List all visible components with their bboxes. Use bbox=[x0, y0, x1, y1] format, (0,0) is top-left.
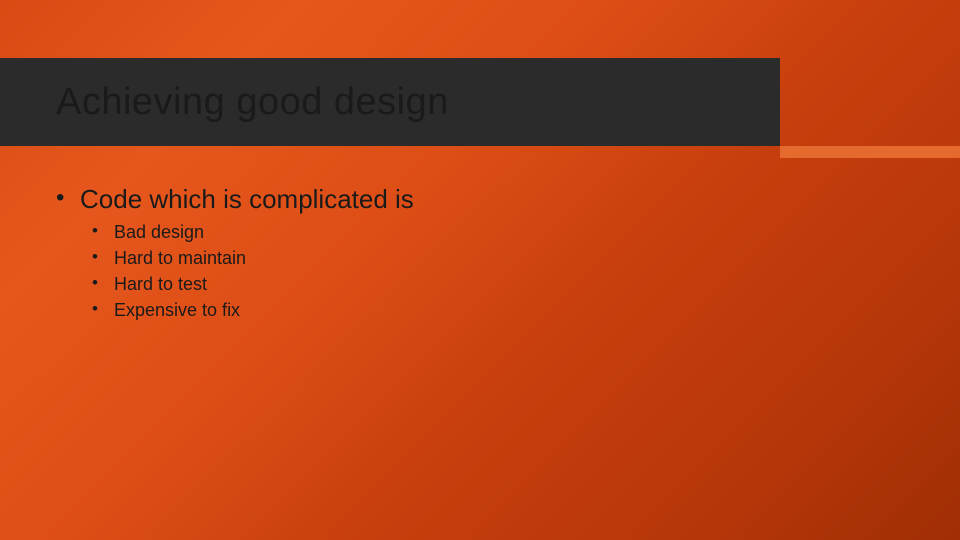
sub-bullet-text: Hard to maintain bbox=[114, 248, 246, 268]
bullet-main-text: Code which is complicated is bbox=[80, 184, 414, 214]
sub-bullet: Hard to test bbox=[92, 271, 414, 297]
sub-bullet-text: Bad design bbox=[114, 222, 204, 242]
sub-bullet: Expensive to fix bbox=[92, 297, 414, 323]
title-bar: Achieving good design bbox=[0, 58, 780, 146]
bullet-list-level2: Bad design Hard to maintain Hard to test… bbox=[92, 219, 414, 323]
accent-strip bbox=[780, 146, 960, 158]
sub-bullet-text: Hard to test bbox=[114, 274, 207, 294]
bullet-main: Code which is complicated is Bad design … bbox=[56, 184, 414, 323]
sub-bullet: Bad design bbox=[92, 219, 414, 245]
bullet-list-level1: Code which is complicated is Bad design … bbox=[56, 184, 414, 323]
slide-content: Code which is complicated is Bad design … bbox=[56, 184, 414, 329]
slide-title: Achieving good design bbox=[56, 81, 449, 124]
sub-bullet: Hard to maintain bbox=[92, 245, 414, 271]
sub-bullet-text: Expensive to fix bbox=[114, 300, 240, 320]
